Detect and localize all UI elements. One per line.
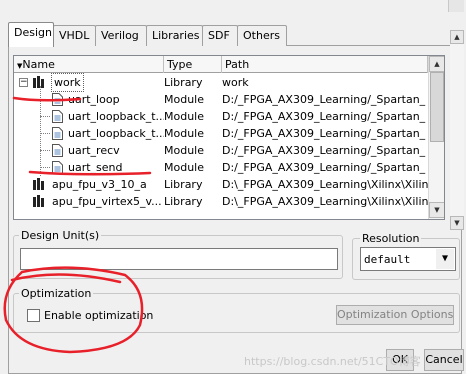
scroll-up-icon[interactable]: ▲ xyxy=(429,56,444,72)
scroll-down-icon[interactable]: ▼ xyxy=(450,216,464,230)
row-type: Module xyxy=(164,144,204,157)
column-header-name[interactable]: ▼Name xyxy=(14,56,164,73)
list-vertical-scrollbar[interactable]: ▲ ▼ xyxy=(428,56,444,219)
outer-vertical-scrollbar[interactable]: ▲ ▼ xyxy=(450,30,464,230)
row-type: Library xyxy=(164,195,203,208)
row-path: D:/_FPGA_AX309_Learning/_Spartan_ xyxy=(222,127,426,140)
row-name: uart_recv xyxy=(68,144,120,157)
tab-others[interactable]: Others xyxy=(237,25,287,46)
enable-optimization-checkbox[interactable] xyxy=(27,309,40,322)
row-name: work xyxy=(51,73,84,92)
top-strip xyxy=(0,0,466,12)
row-name: uart_loop xyxy=(68,93,120,106)
row-name: uart_loopback_t... xyxy=(68,110,164,123)
tab-strip: Design VHDL Verilog Libraries SDF Others xyxy=(8,22,298,47)
optimization-options-button[interactable]: Optimization Options... xyxy=(336,305,454,325)
collapse-icon[interactable]: − xyxy=(19,78,28,87)
resolution-label: Resolution xyxy=(360,232,422,245)
list-row-apu-fpu-virtex5[interactable]: apu_fpu_virtex5_v... Library D:\_FPGA_AX… xyxy=(14,193,428,210)
design-unit-input[interactable] xyxy=(20,248,338,270)
scroll-up-icon[interactable]: ▲ xyxy=(450,30,464,44)
list-header: ▼Name Type Path xyxy=(14,56,444,73)
list-row-uart-loop[interactable]: uart_loop Module D:/_FPGA_AX309_Learning… xyxy=(14,91,428,108)
row-name: uart_send xyxy=(68,161,123,174)
watermark-text: https://blog.csdn.net/51CTO博客 xyxy=(244,355,421,368)
list-row-apu-fpu-v3[interactable]: apu_fpu_v3_10_a Library D:\_FPGA_AX309_L… xyxy=(14,176,428,193)
optimization-label: Optimization xyxy=(19,287,94,300)
row-path: work xyxy=(222,76,249,89)
row-path: D:/_FPGA_AX309_Learning/_Spartan_ xyxy=(222,144,426,157)
scrollbar-thumb[interactable] xyxy=(430,72,444,142)
tab-verilog[interactable]: Verilog xyxy=(95,25,147,46)
row-type: Module xyxy=(164,161,204,174)
design-unit-label: Design Unit(s) xyxy=(19,229,102,242)
row-name: uart_loopback_t... xyxy=(68,127,164,140)
tab-design[interactable]: Design xyxy=(8,22,54,47)
chevron-down-icon[interactable]: ▼ xyxy=(436,249,454,269)
list-row-uart-loopback-1[interactable]: uart_loopback_t... Module D:/_FPGA_AX309… xyxy=(14,108,428,125)
cancel-button[interactable]: Cancel xyxy=(424,349,464,371)
library-icon xyxy=(33,178,44,190)
row-path: D:\_FPGA_AX309_Learning\Xilinx\Xilin... xyxy=(222,195,428,208)
list-row-uart-loopback-2[interactable]: uart_loopback_t... Module D:/_FPGA_AX309… xyxy=(14,125,428,142)
module-file-icon xyxy=(52,93,63,106)
resolution-value: default xyxy=(364,253,411,266)
row-path: D:\_FPGA_AX309_Learning\Xilinx\Xilin... xyxy=(222,178,428,191)
row-type: Module xyxy=(164,110,204,123)
list-row-uart-send[interactable]: uart_send Module D:/_FPGA_AX309_Learning… xyxy=(14,159,428,176)
tab-libraries[interactable]: Libraries xyxy=(146,25,203,46)
row-type: Library xyxy=(164,178,203,191)
tab-sdf[interactable]: SDF xyxy=(202,25,238,46)
library-list[interactable]: ▼Name Type Path − work Library work uart… xyxy=(13,55,445,220)
module-file-icon xyxy=(52,127,63,140)
library-icon xyxy=(33,195,44,207)
row-path: D:/_FPGA_AX309_Learning/_Spartan_ xyxy=(222,93,426,106)
enable-optimization-label[interactable]: Enable optimization xyxy=(44,309,153,322)
module-file-icon xyxy=(52,110,63,123)
scroll-down-icon[interactable]: ▼ xyxy=(429,202,444,218)
row-type: Library xyxy=(164,76,203,89)
row-name: apu_fpu_v3_10_a xyxy=(52,178,147,191)
row-name: apu_fpu_virtex5_v... xyxy=(52,195,162,208)
library-icon xyxy=(33,76,44,88)
row-type: Module xyxy=(164,93,204,106)
row-path: D:/_FPGA_AX309_Learning/_Spartan_ xyxy=(222,161,426,174)
tab-vhdl[interactable]: VHDL xyxy=(53,25,96,46)
resolution-select[interactable]: default ▼ xyxy=(360,247,456,271)
list-row-work[interactable]: − work Library work xyxy=(14,73,428,92)
list-row-uart-recv[interactable]: uart_recv Module D:/_FPGA_AX309_Learning… xyxy=(14,142,428,159)
module-file-icon xyxy=(52,161,63,174)
row-type: Module xyxy=(164,127,204,140)
column-header-path[interactable]: Path xyxy=(222,56,428,73)
row-path: D:/_FPGA_AX309_Learning/_Spartan_ xyxy=(222,110,426,123)
module-file-icon xyxy=(52,144,63,157)
top-scrollbar-fragment[interactable] xyxy=(448,0,464,12)
column-header-type[interactable]: Type xyxy=(164,56,222,73)
